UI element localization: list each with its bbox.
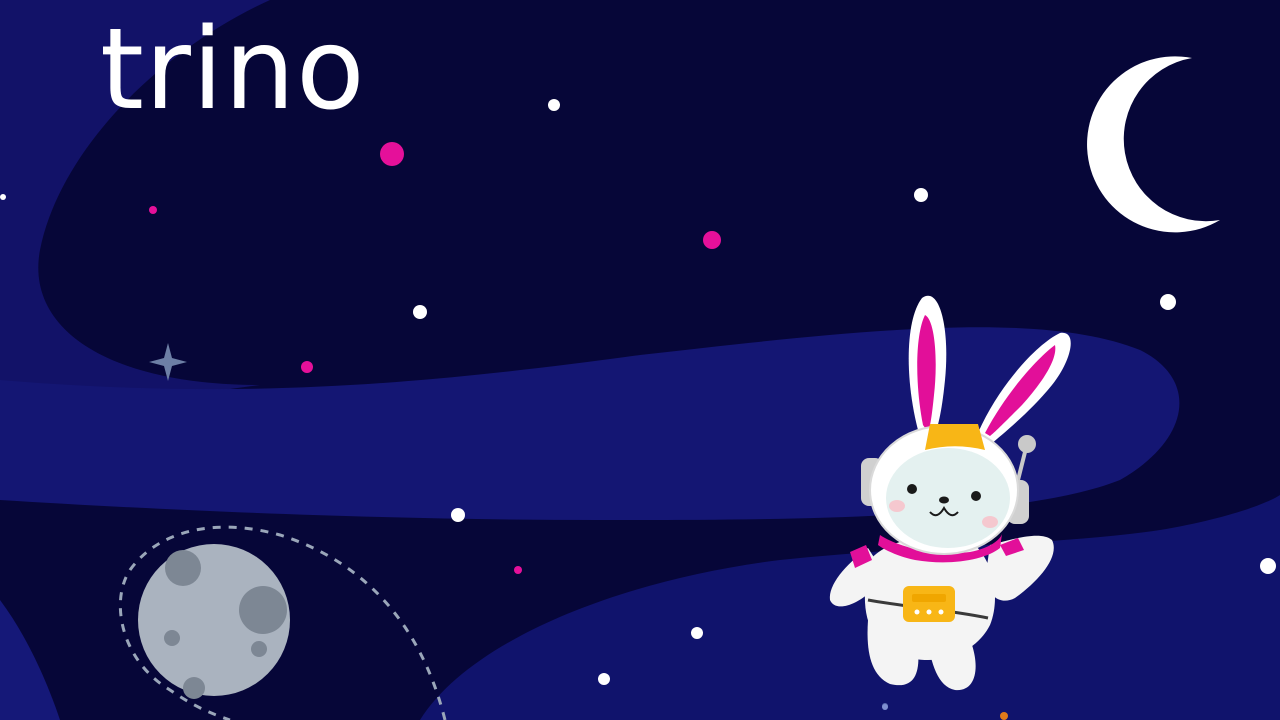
pink-star xyxy=(514,566,522,574)
star xyxy=(598,673,610,685)
pink-star xyxy=(703,231,721,249)
planet-crater xyxy=(239,586,287,634)
chest-control-box xyxy=(903,586,955,622)
trino-logo: trino xyxy=(100,5,366,135)
planet-crater xyxy=(183,677,205,699)
control-screen xyxy=(912,594,946,602)
star xyxy=(548,99,560,111)
star xyxy=(1260,558,1276,574)
helmet-top-band xyxy=(925,424,985,450)
planet-crater xyxy=(165,550,201,586)
star xyxy=(691,627,703,639)
planet-crater xyxy=(251,641,267,657)
bunny-cheek-left xyxy=(889,500,905,512)
antenna-tip xyxy=(1018,435,1036,453)
bunny-cheek-right xyxy=(982,516,998,528)
star xyxy=(451,508,465,522)
star xyxy=(914,188,928,202)
control-button xyxy=(926,609,932,615)
bunny-eye-right xyxy=(971,491,981,501)
control-button xyxy=(914,609,920,615)
pink-star xyxy=(380,142,404,166)
star xyxy=(413,305,427,319)
pink-star xyxy=(149,206,157,214)
star xyxy=(1160,294,1176,310)
bunny-eye-left xyxy=(907,484,917,494)
star xyxy=(0,194,6,200)
pink-star xyxy=(301,361,313,373)
bunny-nose xyxy=(939,496,949,504)
boot-light xyxy=(882,704,888,710)
orange-star xyxy=(1000,712,1008,720)
space-scene: trino xyxy=(0,0,1280,720)
control-button xyxy=(938,609,944,615)
planet-crater xyxy=(164,630,180,646)
